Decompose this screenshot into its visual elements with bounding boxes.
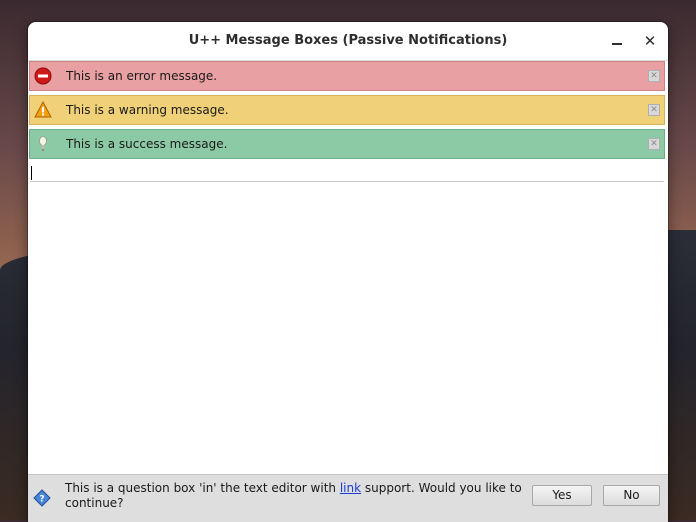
- success-notification: This is a success message. ✕: [29, 129, 665, 159]
- question-text: This is a question box 'in' the text edi…: [65, 481, 525, 511]
- app-window: U++ Message Boxes (Passive Notifications…: [28, 22, 668, 522]
- warning-message-text: This is a warning message.: [66, 103, 229, 117]
- warning-notification: This is a warning message. ✕: [29, 95, 665, 125]
- minimize-icon: [612, 43, 622, 45]
- dismiss-success-button[interactable]: ✕: [648, 138, 660, 150]
- error-message-text: This is an error message.: [66, 69, 218, 83]
- close-button[interactable]: ✕: [639, 30, 661, 52]
- success-message-text: This is a success message.: [66, 137, 228, 151]
- text-caret: [31, 166, 32, 180]
- question-link[interactable]: link: [340, 481, 361, 495]
- success-icon: [39, 136, 47, 151]
- question-text-before: This is a question box 'in' the text edi…: [65, 481, 340, 495]
- dismiss-error-button[interactable]: ✕: [648, 70, 660, 82]
- dismiss-warning-button[interactable]: ✕: [648, 104, 660, 116]
- title-bar[interactable]: U++ Message Boxes (Passive Notifications…: [28, 22, 668, 61]
- text-editor[interactable]: [30, 163, 664, 182]
- svg-text:?: ?: [39, 495, 44, 505]
- error-icon: [34, 67, 52, 85]
- yes-button[interactable]: Yes: [532, 485, 592, 506]
- no-button[interactable]: No: [603, 485, 660, 506]
- minimize-button[interactable]: [606, 30, 628, 52]
- error-notification: This is an error message. ✕: [29, 61, 665, 91]
- warning-icon: [34, 101, 52, 118]
- question-notification: ? This is a question box 'in' the text e…: [28, 474, 668, 522]
- close-icon: ✕: [650, 71, 658, 81]
- close-icon: ✕: [650, 139, 658, 149]
- question-icon: ?: [33, 489, 51, 507]
- close-icon: ✕: [650, 105, 658, 115]
- window-title: U++ Message Boxes (Passive Notifications…: [188, 33, 508, 48]
